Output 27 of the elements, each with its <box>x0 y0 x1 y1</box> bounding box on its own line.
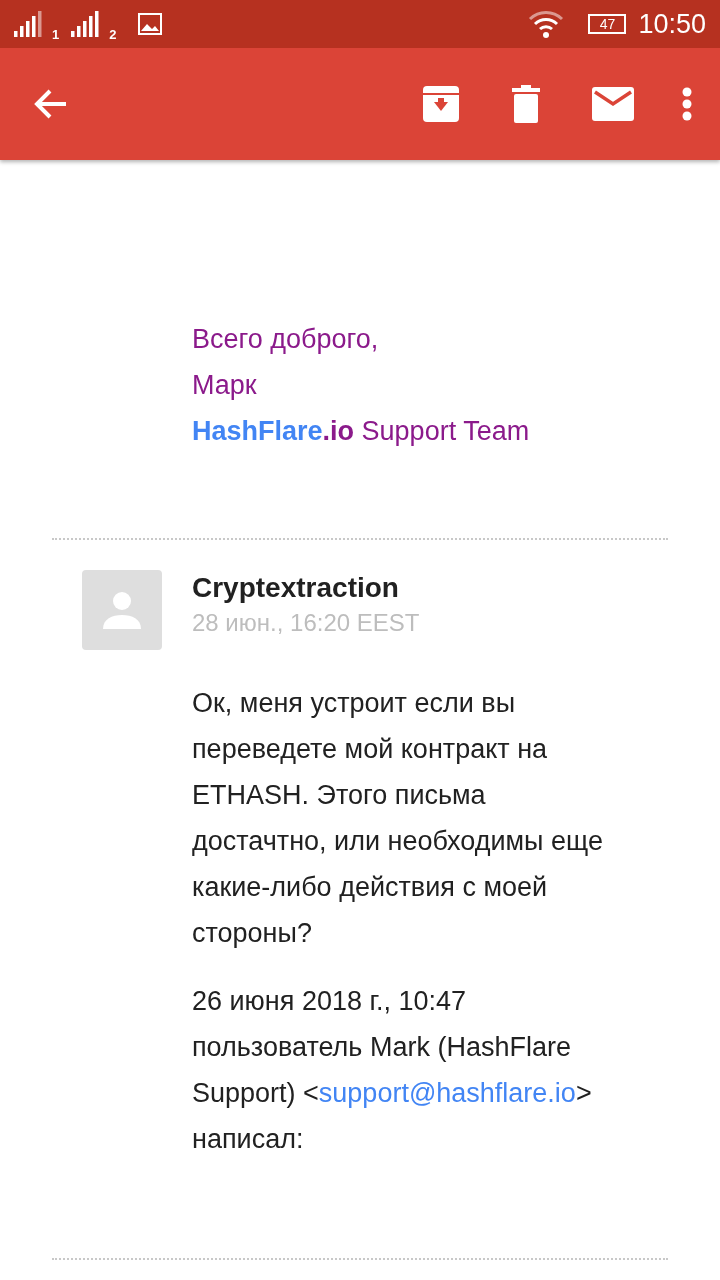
image-icon <box>138 13 163 35</box>
archive-icon <box>422 85 460 123</box>
back-icon <box>34 89 68 119</box>
signature-line: HashFlare.io Support Team <box>192 415 531 448</box>
back-button[interactable] <box>34 89 68 119</box>
archive-button[interactable] <box>422 85 460 123</box>
wifi-icon <box>528 10 565 38</box>
more-icon <box>682 87 692 121</box>
clock: 10:50 <box>638 8 706 40</box>
delete-button[interactable] <box>512 85 540 123</box>
signature-line: Всего доброго, <box>192 323 380 356</box>
sender-name: Cryptextraction <box>192 571 400 605</box>
sim-number: 2 <box>109 27 117 42</box>
person-icon <box>103 591 141 629</box>
more-button[interactable] <box>682 87 692 121</box>
signature-line: Марк <box>192 369 258 402</box>
mail-icon <box>592 87 634 121</box>
sim-number: 1 <box>52 27 60 42</box>
battery-indicator: 47 <box>588 14 627 34</box>
email-link[interactable]: support@hashflare.io <box>318 1078 576 1108</box>
message-body: Ок, меня устроит если вы переведете мой контракт на ETHASH. Этого письма достачтно, или необходимы еще какие-либо действия с моей стороны? <box>192 687 604 950</box>
quote-header: 26 июня 2018 г., 10:47 пользователь Mark (HashFlare Support) <support@hashflare.io> написал: <box>192 985 593 1156</box>
signal-icon <box>14 11 44 37</box>
trash-icon <box>512 85 540 123</box>
message-date: 28 июн., 16:20 EEST <box>192 608 421 638</box>
signal-icon <box>71 11 102 37</box>
mail-button[interactable] <box>592 87 634 121</box>
